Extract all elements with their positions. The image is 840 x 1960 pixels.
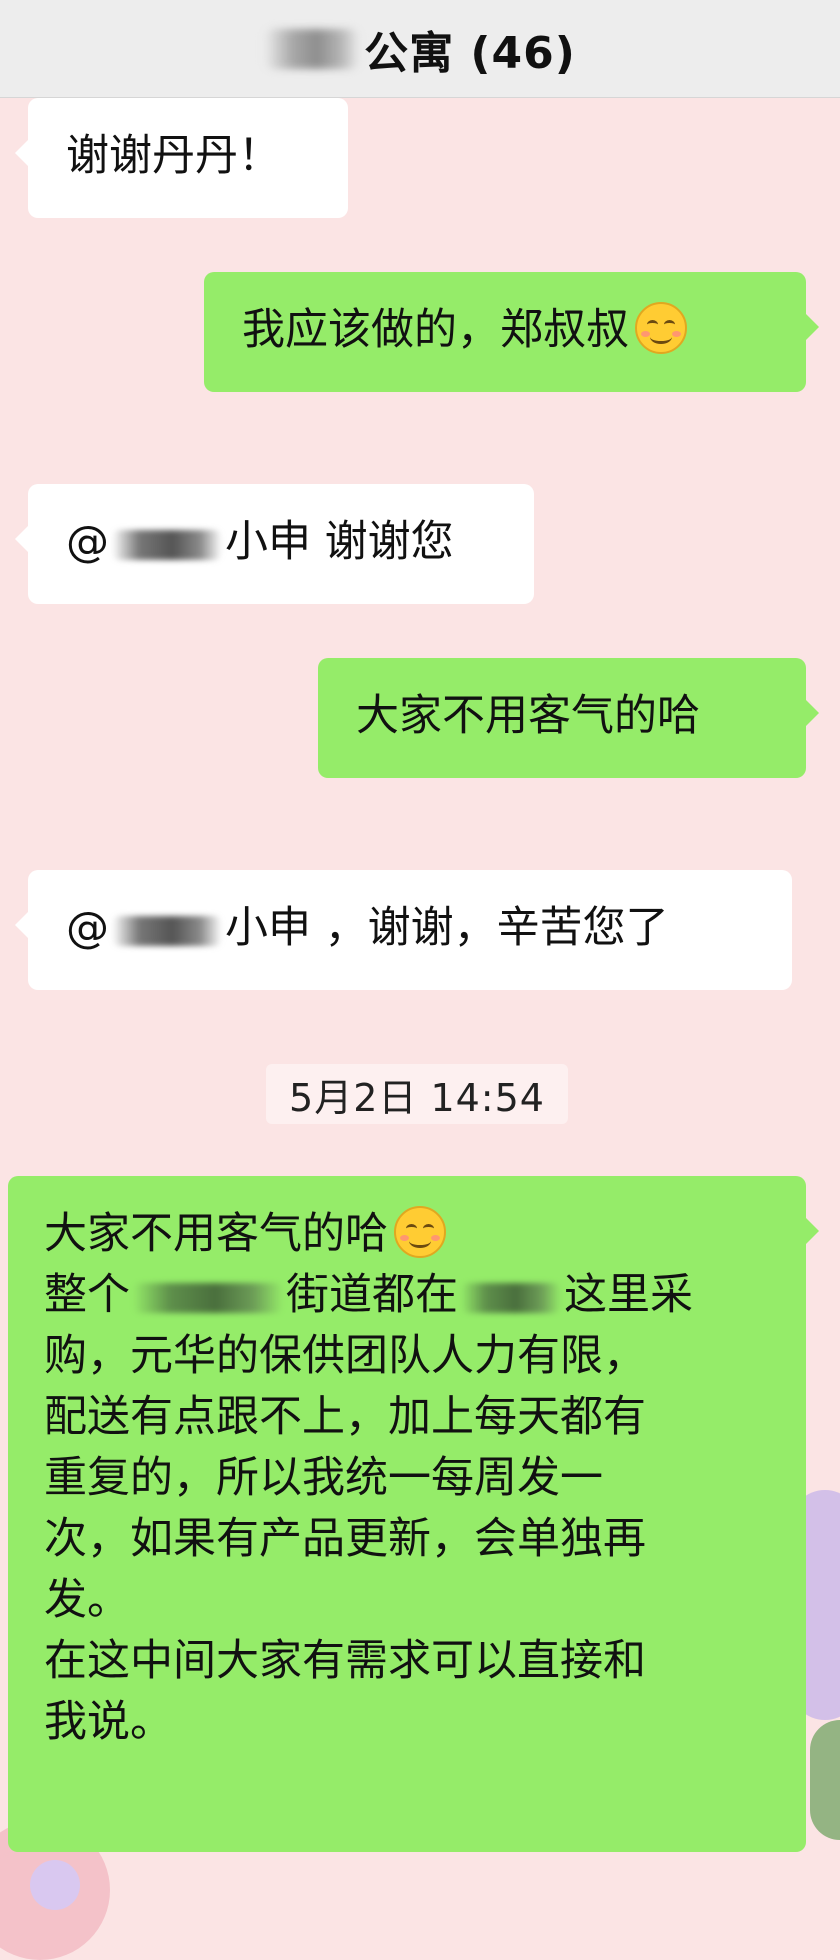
message-bubble-incoming[interactable]: 谢谢丹丹！	[15, 98, 348, 218]
flower-decoration	[30, 1860, 80, 1910]
message-line: 大家不用客气的哈	[44, 1204, 770, 1265]
mention-at: @	[66, 517, 109, 567]
message-bubble-outgoing[interactable]: 大家不用客气的哈	[318, 658, 819, 778]
leaf-decoration	[810, 1720, 840, 1840]
message-line: 重复的，所以我统一每周发一	[44, 1453, 603, 1503]
chat-header: 公寓 (46)	[0, 0, 840, 98]
message-text: 谢谢丹丹！	[66, 131, 281, 181]
message-line: 我说。	[44, 1697, 173, 1747]
message-bubble-outgoing[interactable]: 大家不用客气的哈 整个 街道都在 这里采 购，元华的保供团队人力有限， 配送有点跟不…	[8, 1176, 819, 1852]
message-timestamp: 5月2日 14:54	[266, 1064, 568, 1124]
message-text: 我应该做的，郑叔叔	[242, 305, 629, 355]
message-line: 发。	[44, 1575, 130, 1625]
redacted-place	[461, 1282, 561, 1313]
message-line: 整个 街道都在 这里采	[44, 1270, 693, 1320]
message-bubble-incoming[interactable]: @ 小申 谢谢您	[15, 484, 534, 604]
chat-title[interactable]: 公寓 (46)	[364, 17, 576, 81]
message-line: 在这中间大家有需求可以直接和	[44, 1636, 646, 1686]
redacted-street	[133, 1282, 283, 1313]
redacted-name	[112, 529, 222, 560]
smiling-face-icon	[394, 1206, 446, 1258]
mention-at: @	[66, 903, 109, 953]
message-text: 小申 谢谢您	[225, 517, 454, 567]
message-bubble-incoming[interactable]: @ 小申 ，谢谢，辛苦您了	[15, 870, 792, 990]
message-bubble-outgoing[interactable]: 我应该做的，郑叔叔	[204, 272, 819, 392]
redacted-group-name	[264, 28, 361, 69]
smiling-face-icon	[635, 302, 687, 354]
message-text: 大家不用客气的哈	[356, 691, 700, 741]
message-text: 小申 ，谢谢，辛苦您了	[225, 903, 669, 953]
message-line: 配送有点跟不上，加上每天都有	[44, 1392, 646, 1442]
message-line: 次，如果有产品更新，会单独再	[44, 1514, 646, 1564]
redacted-name	[112, 915, 222, 946]
message-line: 购，元华的保供团队人力有限，	[44, 1331, 646, 1381]
